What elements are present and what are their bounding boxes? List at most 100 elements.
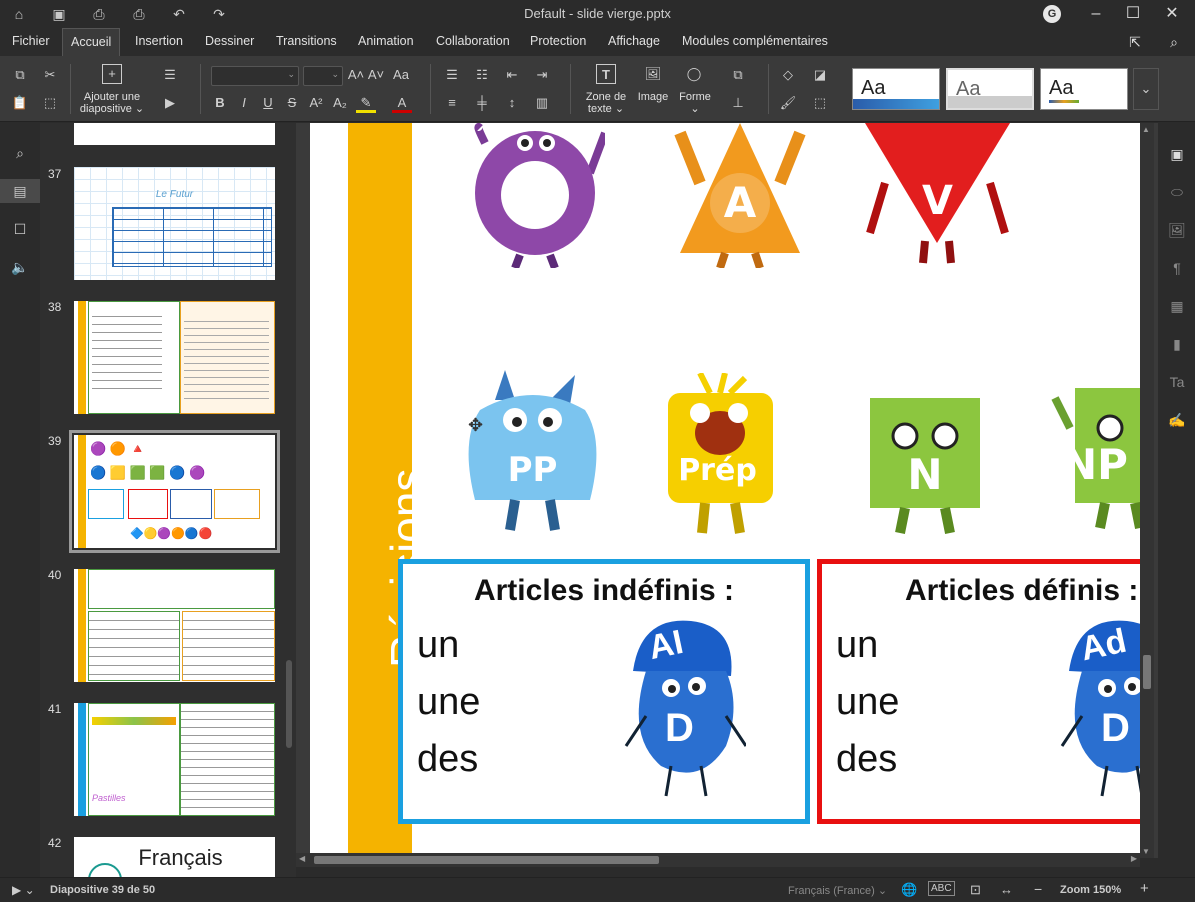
shape-button[interactable]: Forme ⌄ [674,91,716,115]
shape-icon[interactable]: ◯ [684,64,704,84]
tab-fichier[interactable]: Fichier [4,28,58,56]
numbering-icon[interactable]: ☷ [472,65,492,85]
image-icon[interactable]: 🖼 [643,64,663,84]
slideshow-icon[interactable]: ▶ [160,93,180,113]
zoom-in-icon[interactable]: + [1140,880,1149,897]
italic-icon[interactable]: I [234,93,254,113]
scroll-left-icon[interactable]: ◀ [299,854,305,863]
strikethrough-icon[interactable]: S [282,93,302,113]
decrease-font-icon[interactable]: A˅ [366,65,386,85]
cut-icon[interactable]: ✂ [40,65,60,85]
add-slide-icon[interactable]: + [102,64,122,84]
slide-thumbnail-39[interactable]: 🟣 🟠 🔺 🔵 🟨 🟩 🟩 🔵 🟣 🔷🟡🟣🟠🔵🔴 [69,430,280,553]
text-art-settings-icon[interactable]: Ta [1166,371,1188,393]
align-shape-icon[interactable]: ⊥ [728,93,748,113]
text-box-icon[interactable]: T [596,64,616,84]
image-button[interactable]: Image [632,91,674,103]
table-settings-icon[interactable]: ▦ [1166,295,1188,317]
bold-icon[interactable]: B [210,93,230,113]
theme-3[interactable]: Aa [1040,68,1128,110]
speaker-icon[interactable]: 🔈 [8,255,32,279]
layout-icon[interactable]: ☰ [160,65,180,85]
add-slide-button[interactable]: Ajouter une diapositive ⌄ [78,91,146,115]
chart-settings-icon[interactable]: ▮ [1166,333,1188,355]
tab-protection[interactable]: Protection [522,28,594,56]
paragraph-settings-icon[interactable]: ¶ [1166,257,1188,279]
vertical-scroll-thumb[interactable] [1143,655,1151,689]
columns-icon[interactable]: ▥ [532,93,552,113]
tab-collaboration[interactable]: Collaboration [428,28,518,56]
monster-adv[interactable]: Adv [465,123,609,270]
theme-gallery-expand-icon[interactable]: ⌄ [1133,68,1159,110]
tab-dessiner[interactable]: Dessiner [197,28,262,56]
slide-size-icon[interactable]: ⬚ [810,93,830,113]
bullets-icon[interactable]: ☰ [442,65,462,85]
open-location-icon[interactable]: ⇱ [1124,31,1146,53]
monster-pp[interactable]: PP [455,370,610,535]
tab-affichage[interactable]: Affichage [600,28,668,56]
shape-settings-icon[interactable]: ⬭ [1166,181,1188,203]
theme-2[interactable]: Aa [946,68,1034,110]
paste-icon[interactable]: 📋 [10,93,30,113]
thumbnails-scrollbar[interactable] [286,660,292,748]
font-size-select[interactable]: ⌄ [303,66,343,86]
close-icon[interactable]: ✕ [1161,3,1183,25]
vertical-align-icon[interactable]: ╪ [472,93,492,113]
clear-format-icon[interactable]: ◇ [778,65,798,85]
slide-canvas[interactable]: Révisions Adv A [310,123,1140,858]
monster-prep[interactable]: Prép [650,371,785,538]
select-all-icon[interactable]: ⬚ [40,93,60,113]
fill-icon[interactable]: ◪ [810,65,830,85]
tab-animation[interactable]: Animation [350,28,422,56]
subscript-icon[interactable]: A₂ [330,93,350,113]
text-box-button[interactable]: Zone de texte ⌄ [580,91,632,115]
monster-v[interactable]: V [865,123,1010,268]
scroll-down-icon[interactable]: ▼ [1142,847,1150,856]
align-left-icon[interactable]: ≡ [442,93,462,113]
slide-settings-icon[interactable]: ▣ [1166,143,1188,165]
change-case-icon[interactable]: Aa [391,65,411,85]
avatar[interactable]: G [1043,5,1061,23]
slideshow-start-icon[interactable]: ▶ ⌄ [12,883,35,897]
signature-icon[interactable]: ✍ [1166,409,1188,431]
vertical-scrollbar[interactable]: ▲ ▼ [1140,123,1154,858]
slide-thumbnail-37[interactable]: Le Futur [74,167,275,280]
copy-icon[interactable]: ⧉ [10,65,30,85]
slide-thumbnail-36[interactable] [74,123,275,145]
format-painter-icon[interactable]: 🖌 [778,93,798,113]
increase-indent-icon[interactable]: ⇥ [532,65,552,85]
globe-icon[interactable]: 🌐 [901,882,917,898]
tab-modules[interactable]: Modules complémentaires [674,28,836,56]
horizontal-scrollbar[interactable]: ◀ ▶ [296,853,1140,867]
highlight-icon[interactable]: ✎ [356,93,376,113]
tab-accueil[interactable]: Accueil [62,28,121,56]
language-select[interactable]: Français (France) ⌄ [788,884,887,897]
monster-np[interactable]: NP [1050,388,1140,538]
line-spacing-icon[interactable]: ↕ [502,93,522,113]
slide-thumbnails-panel[interactable]: 37 Le Futur 38 39 🟣 🟠 🔺 🔵 🟨 🟩 🟩 🔵 🟣 🔷🟡🟣🟠… [40,123,296,877]
font-name-select[interactable]: ⌄ [211,66,299,86]
tab-transitions[interactable]: Transitions [268,28,345,56]
image-settings-icon[interactable]: 🖼 [1166,219,1188,241]
underline-icon[interactable]: U [258,93,278,113]
font-color-icon[interactable]: A [392,93,412,113]
increase-font-icon[interactable]: A˄ [346,65,366,85]
comments-icon[interactable]: ☐ [8,217,32,241]
fit-width-icon[interactable]: ↔ [1000,882,1013,897]
zoom-out-icon[interactable]: − [1034,881,1042,897]
scroll-right-icon[interactable]: ▶ [1131,854,1137,863]
scroll-up-icon[interactable]: ▲ [1142,125,1150,134]
indefinite-articles-box[interactable]: Articles indéfinis : un une des AI D [398,559,810,824]
horizontal-scroll-thumb[interactable] [314,856,659,864]
superscript-icon[interactable]: A² [306,93,326,113]
search-icon[interactable]: ⌕ [8,141,32,165]
monster-a[interactable]: A [670,123,810,270]
decrease-indent-icon[interactable]: ⇤ [502,65,522,85]
maximize-icon[interactable]: ☐ [1122,3,1144,25]
slide-thumbnail-40[interactable] [74,569,275,682]
fit-slide-icon[interactable]: ⊡ [970,882,981,898]
slide-thumbnail-41[interactable]: Pastilles [74,703,275,816]
arrange-icon[interactable]: ⧉ [728,65,748,85]
search-icon[interactable]: ⌕ [1163,31,1185,53]
minimize-icon[interactable]: – [1085,3,1107,25]
